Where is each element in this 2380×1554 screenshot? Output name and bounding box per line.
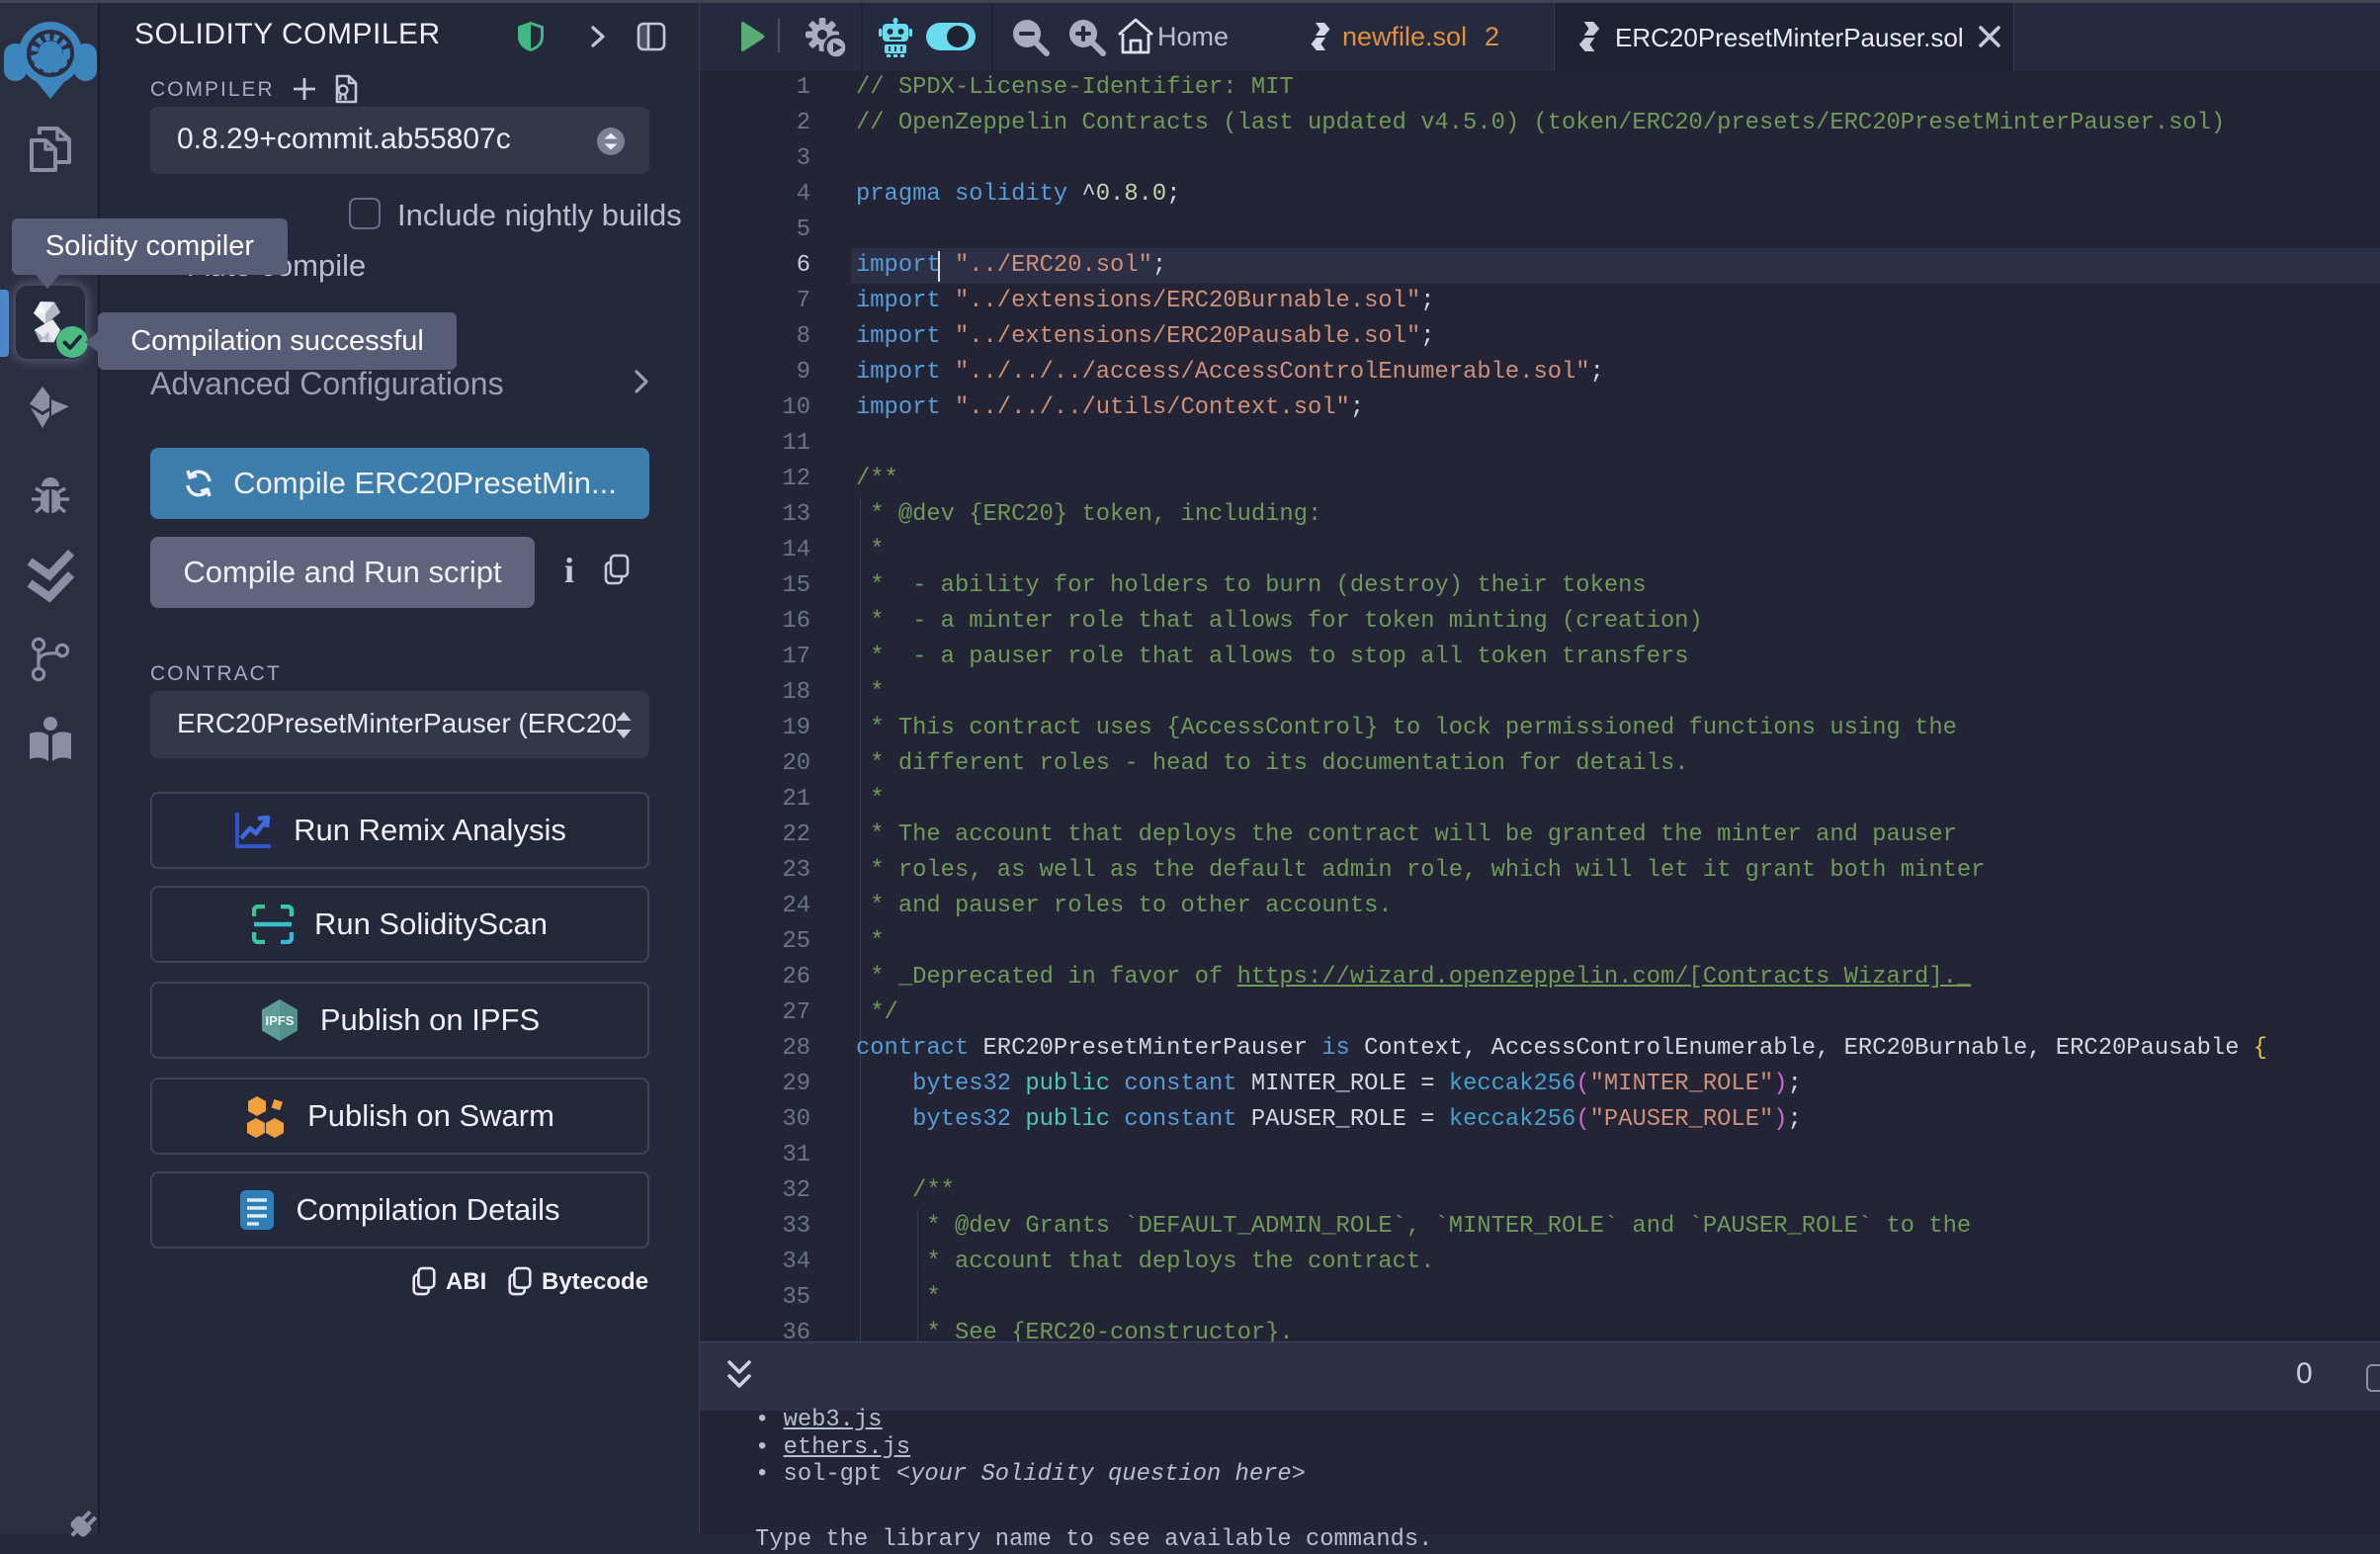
svg-text:IPFS: IPFS	[265, 1013, 294, 1028]
